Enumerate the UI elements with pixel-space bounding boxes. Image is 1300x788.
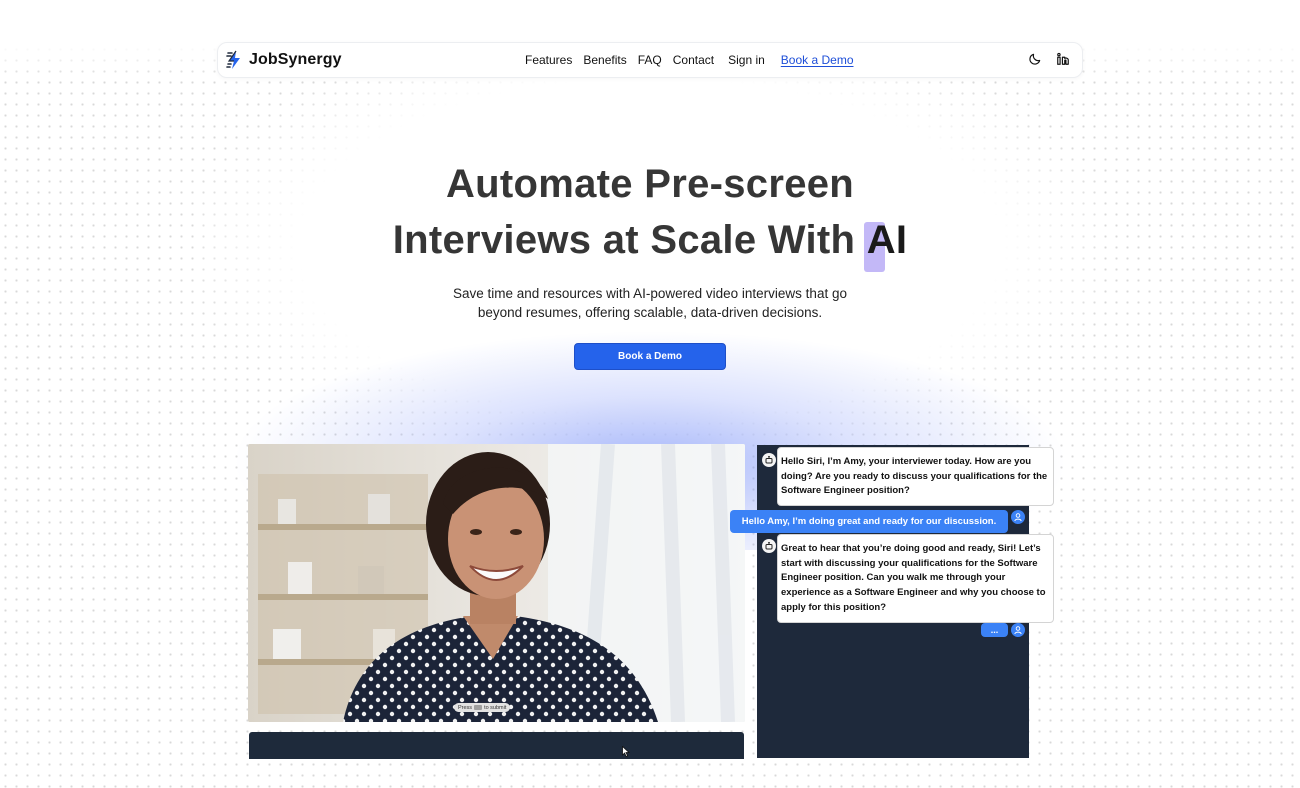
typing-indicator: ...	[981, 623, 1008, 637]
nav-link-faq[interactable]: FAQ	[638, 53, 662, 67]
chat-message-candidate: Hello Amy, I’m doing great and ready for…	[730, 510, 1008, 533]
user-avatar-icon	[1011, 623, 1025, 637]
nav-link-features[interactable]: Features	[525, 53, 572, 67]
nav-link-contact[interactable]: Contact	[673, 53, 714, 67]
nav-icons	[1028, 52, 1070, 66]
hero-subtitle: Save time and resources with AI-powered …	[400, 284, 900, 322]
candidate-photo	[248, 444, 745, 722]
brand[interactable]: JobSynergy	[226, 50, 342, 70]
user-avatar-icon	[1011, 510, 1025, 524]
book-demo-button[interactable]: Book a Demo	[574, 343, 726, 370]
press-to-submit-hint: Press to submit	[454, 703, 511, 712]
bot-avatar-icon	[762, 453, 776, 467]
nav-book-demo-link[interactable]: Book a Demo	[781, 53, 854, 67]
hero-title-line-1: Automate Pre-screen	[445, 162, 855, 206]
navbar: JobSynergy Features Benefits FAQ Contact…	[217, 42, 1083, 78]
nav-links: Features Benefits FAQ Contact Sign in Bo…	[525, 53, 865, 67]
chat-message-interviewer: Great to hear that you’re doing good and…	[777, 534, 1054, 623]
hero-title-prefix: Interviews at Scale With	[392, 218, 856, 262]
video-controls-bar[interactable]	[249, 732, 744, 759]
chat-message-interviewer: Hello Siri, I’m Amy, your interviewer to…	[777, 447, 1054, 507]
jobsynergy-logo-icon	[226, 50, 243, 70]
hero-subtitle-line-2: beyond resumes, offering scalable, data-…	[477, 305, 823, 320]
bot-avatar-icon	[762, 539, 776, 553]
press-hint-after: to submit	[484, 704, 507, 711]
hero-title: Automate Pre-screen Interviews at Scale …	[300, 156, 1000, 272]
hero-title-ai: AI	[863, 218, 908, 272]
press-hint-before: Press	[458, 704, 473, 711]
hero-subtitle-line-1: Save time and resources with AI-powered …	[453, 286, 847, 301]
hero-title-line-2: Interviews at Scale With AI	[300, 212, 1000, 272]
key-icon	[474, 705, 483, 710]
mouse-cursor-icon	[622, 744, 631, 762]
nav-link-benefits[interactable]: Benefits	[583, 53, 626, 67]
brand-name: JobSynergy	[249, 51, 342, 68]
hero-title-ai-text: AI	[866, 218, 908, 262]
sign-in-link[interactable]: Sign in	[728, 53, 765, 67]
moon-icon[interactable]	[1028, 52, 1042, 66]
candidate-video: Press to submit	[248, 444, 745, 722]
linkedin-icon[interactable]	[1056, 52, 1070, 66]
